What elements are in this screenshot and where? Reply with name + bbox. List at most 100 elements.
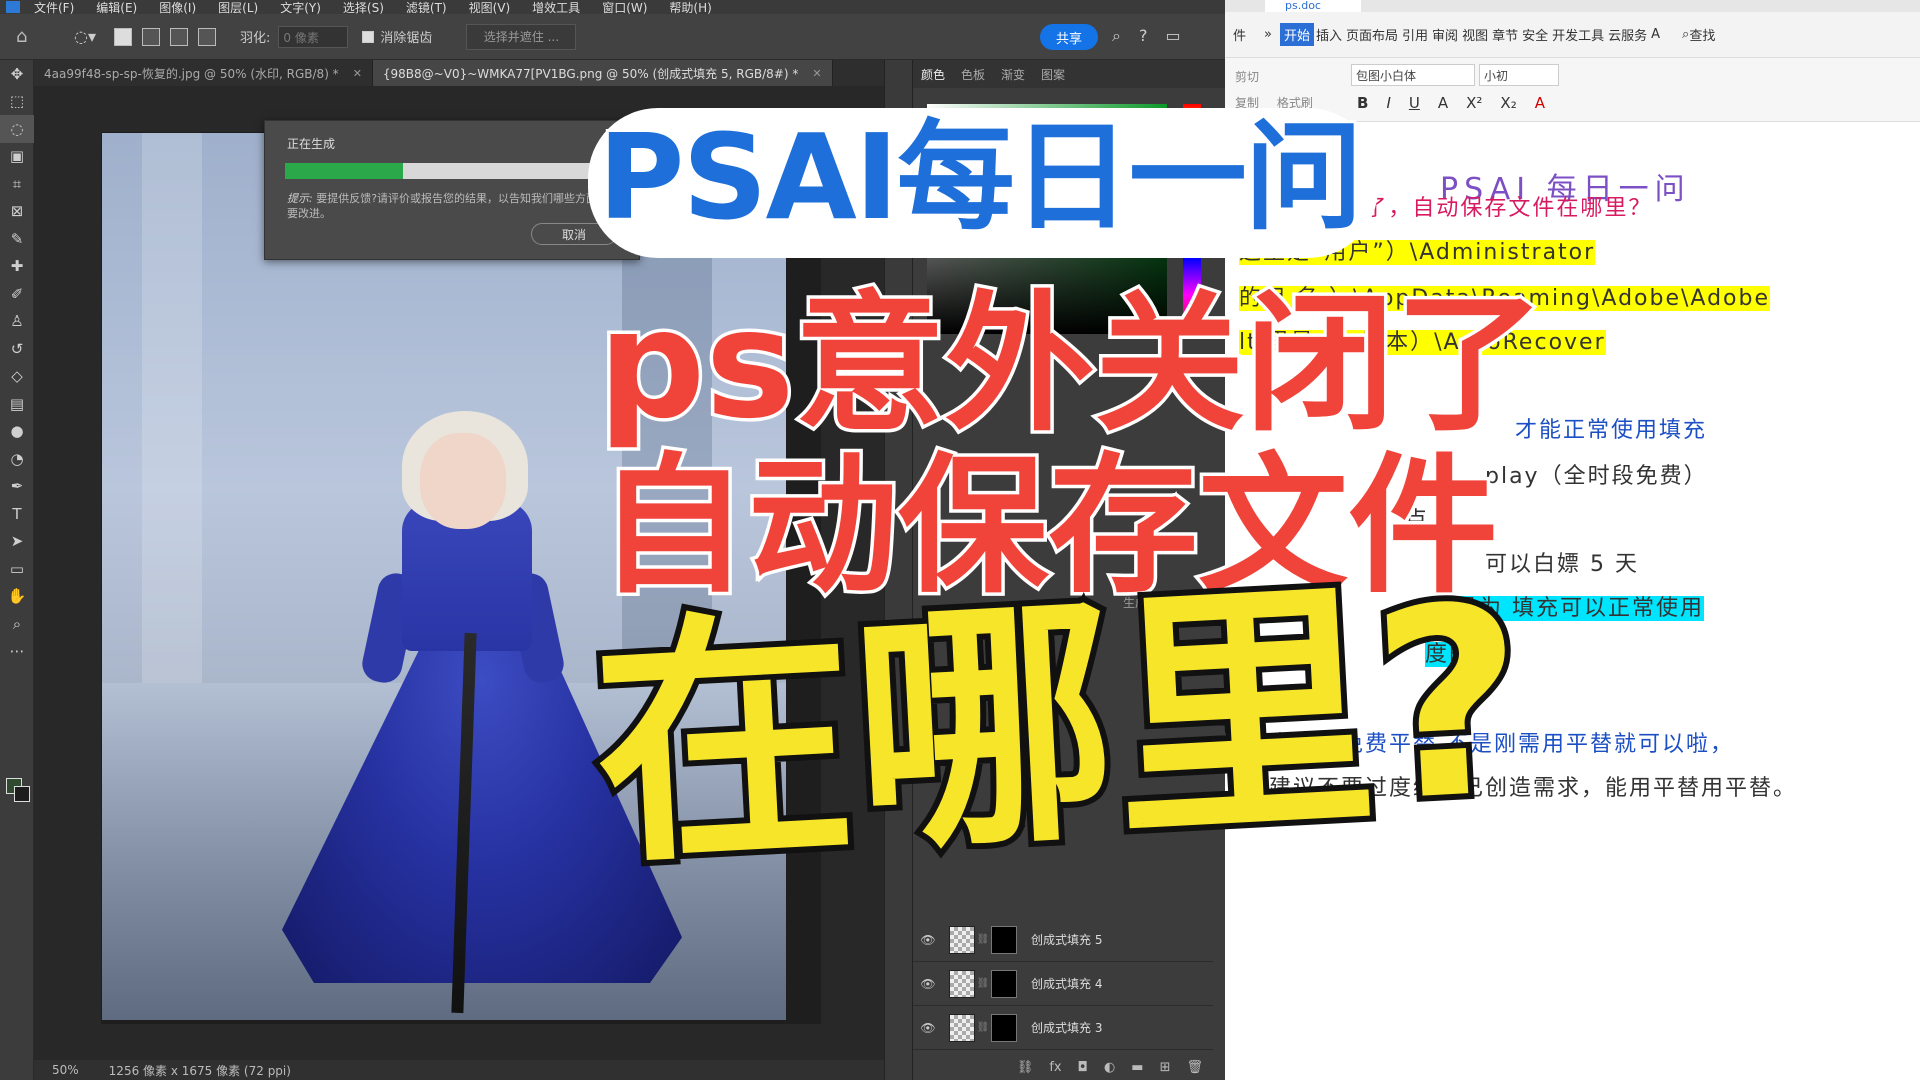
underline-button[interactable]: U	[1409, 94, 1420, 112]
ribbon-tab-start[interactable]: 开始	[1279, 23, 1314, 46]
find-icon[interactable]: ⌕	[1682, 27, 1689, 42]
frame-tool-icon[interactable]: ⊠	[0, 198, 34, 226]
close-icon[interactable]: ✕	[812, 67, 821, 80]
subscript-button[interactable]: X₂	[1500, 94, 1516, 112]
eyedropper-tool-icon[interactable]: ✎	[0, 225, 34, 253]
layer-row[interactable]: 👁 ⛓ 创成式填充 5	[913, 918, 1213, 962]
close-icon[interactable]: ✕	[353, 67, 362, 80]
lasso-tool-button-icon[interactable]: ◌	[0, 115, 34, 143]
new-selection-icon[interactable]	[114, 27, 132, 46]
type-tool-icon[interactable]: T	[0, 500, 34, 528]
ribbon-tab-view[interactable]: 视图	[1460, 25, 1490, 44]
link-layers-icon[interactable]: ⛓	[1017, 1060, 1034, 1080]
antialias-checkbox[interactable]	[362, 30, 375, 43]
find-label[interactable]: 查找	[1689, 25, 1715, 44]
font-color-button[interactable]: A	[1535, 94, 1545, 112]
zoom-level[interactable]: 50%	[52, 1063, 79, 1077]
layer-mask	[991, 925, 1017, 954]
ribbon-tab-file[interactable]: 件	[1231, 25, 1248, 44]
object-select-tool-icon[interactable]: ▣	[0, 143, 34, 171]
tools-panel: ✥ ⬚ ◌ ▣ ⌗ ⊠ ✎ ✚ ✐ ♙ ↺ ◇ ▤ ● ◔ ✒ T ➤ ▭ ✋ …	[0, 60, 34, 1080]
document-tab-2[interactable]: {98B8@~V0}~WMKA77[PV1BG.png @ 50% (创成式填充…	[372, 60, 833, 86]
link-icon: ⛓	[976, 934, 990, 945]
gradient-tool-icon[interactable]: ▤	[0, 390, 34, 418]
layer-thumbnail	[949, 925, 975, 954]
document-tab-1[interactable]: 4aa99f48-sp-sp-恢复的.jpg @ 50% (水印, RGB/8)…	[34, 60, 373, 86]
new-layer-icon[interactable]: ⊞	[1160, 1060, 1171, 1080]
trash-icon[interactable]: 🗑	[1186, 1060, 1203, 1080]
overlay-title-red-1: ps意外关闭了	[595, 278, 1549, 452]
ribbon-tab-sections[interactable]: 章节	[1490, 25, 1520, 44]
brush-tool-icon[interactable]: ✐	[0, 280, 34, 308]
tab-gradients[interactable]: 渐变	[1001, 66, 1025, 83]
tab-swatches[interactable]: 色板	[961, 66, 985, 83]
ribbon-tab-references[interactable]: 引用	[1400, 25, 1430, 44]
blur-tool-icon[interactable]: ●	[0, 418, 34, 446]
cut-button[interactable]: 剪切	[1235, 70, 1259, 84]
move-tool-icon[interactable]: ✥	[0, 60, 34, 88]
rectangle-tool-icon[interactable]: ▭	[0, 555, 34, 583]
dodge-tool-icon[interactable]: ◔	[0, 445, 34, 473]
workspace-icon[interactable]: ▭	[1165, 26, 1180, 46]
select-and-mask-button[interactable]: 选择并遮住 ...	[466, 23, 577, 50]
font-name-select[interactable]: 包图小白体	[1351, 64, 1475, 86]
ribbon-tab-security[interactable]: 安全	[1520, 25, 1550, 44]
layer-mask	[991, 1013, 1017, 1042]
eraser-tool-icon[interactable]: ◇	[0, 363, 34, 391]
share-button[interactable]: 共享	[1040, 24, 1098, 50]
face	[420, 433, 506, 529]
healing-brush-icon[interactable]: ✚	[0, 253, 34, 281]
eye-icon[interactable]: 👁	[913, 977, 943, 991]
layer-name: 创成式填充 4	[1031, 977, 1103, 991]
intersect-selection-icon[interactable]	[198, 27, 216, 46]
lasso-tool-icon[interactable]: ◌▾	[74, 27, 104, 46]
marquee-tool-icon[interactable]: ⬚	[0, 88, 34, 116]
stamp-tool-icon[interactable]: ♙	[0, 308, 34, 336]
adjustment-icon[interactable]: ◐	[1104, 1060, 1115, 1080]
status-bar: 50% 1256 像素 x 1675 像素 (72 ppi)	[34, 1060, 884, 1080]
hand-tool-icon[interactable]: ✋	[0, 583, 34, 611]
add-selection-icon[interactable]	[142, 27, 160, 46]
layer-row[interactable]: 👁 ⛓ 创成式填充 3	[913, 1006, 1213, 1050]
layer-row[interactable]: 👁 ⛓ 创成式填充 4	[913, 962, 1213, 1006]
dialog-title: 正在生成	[287, 137, 336, 151]
ribbon-tab-more[interactable]: »	[1262, 27, 1274, 42]
tab-color[interactable]: 颜色	[921, 66, 945, 83]
more-tools-icon[interactable]: ⋯	[0, 638, 34, 666]
pen-tool-icon[interactable]: ✒	[0, 473, 34, 501]
screen: 文件(F) 编辑(E) 图像(I) 图层(L) 文字(Y) 选择(S) 滤镜(T…	[0, 0, 1920, 1080]
history-brush-icon[interactable]: ↺	[0, 335, 34, 363]
superscript-button[interactable]: X²	[1466, 94, 1482, 112]
crop-tool-icon[interactable]: ⌗	[0, 170, 34, 198]
font-size-select[interactable]: 小初	[1479, 64, 1559, 86]
subtract-selection-icon[interactable]	[170, 27, 188, 46]
background-color-swatch[interactable]	[14, 786, 30, 802]
search-icon[interactable]: ⌕	[1112, 26, 1121, 46]
feather-input[interactable]: 0 像素	[278, 25, 349, 48]
feather-label: 羽化:	[240, 31, 271, 46]
tab-patterns[interactable]: 图案	[1041, 66, 1065, 83]
progress-bar	[285, 163, 605, 179]
strikethrough-button[interactable]: A	[1438, 94, 1448, 112]
ribbon-tab-cloud[interactable]: 云服务	[1606, 25, 1649, 44]
photoshop-logo-icon	[6, 1, 20, 13]
ribbon-tab-developer[interactable]: 开发工具	[1550, 25, 1606, 44]
ribbon-tab-overflow[interactable]: A	[1649, 27, 1662, 42]
help-icon[interactable]: ?	[1139, 26, 1148, 46]
add-mask-icon[interactable]: ◘	[1078, 1060, 1088, 1080]
layer-mask	[991, 969, 1017, 998]
eye-icon[interactable]: 👁	[913, 933, 943, 947]
zoom-tool-icon[interactable]: ⌕	[0, 610, 34, 638]
eye-icon[interactable]: 👁	[913, 1021, 943, 1035]
path-select-icon[interactable]: ➤	[0, 528, 34, 556]
home-icon[interactable]: ⌂	[16, 27, 38, 46]
italic-button[interactable]: I	[1386, 94, 1390, 112]
fx-icon[interactable]: fx	[1049, 1060, 1061, 1080]
document-tabs: 4aa99f48-sp-sp-恢复的.jpg @ 50% (水印, RGB/8)…	[34, 60, 884, 86]
ribbon-tab-insert[interactable]: 插入	[1314, 25, 1344, 44]
file-tab[interactable]: ps.doc	[1265, 0, 1361, 12]
ribbon-tab-layout[interactable]: 页面布局	[1344, 25, 1400, 44]
ribbon-tab-review[interactable]: 审阅	[1430, 25, 1460, 44]
tip-text: 要提供反馈?请评价或报告您的结果，以告知我们哪些方面需要改进。	[287, 192, 609, 220]
folder-icon[interactable]: ▬	[1131, 1060, 1143, 1080]
